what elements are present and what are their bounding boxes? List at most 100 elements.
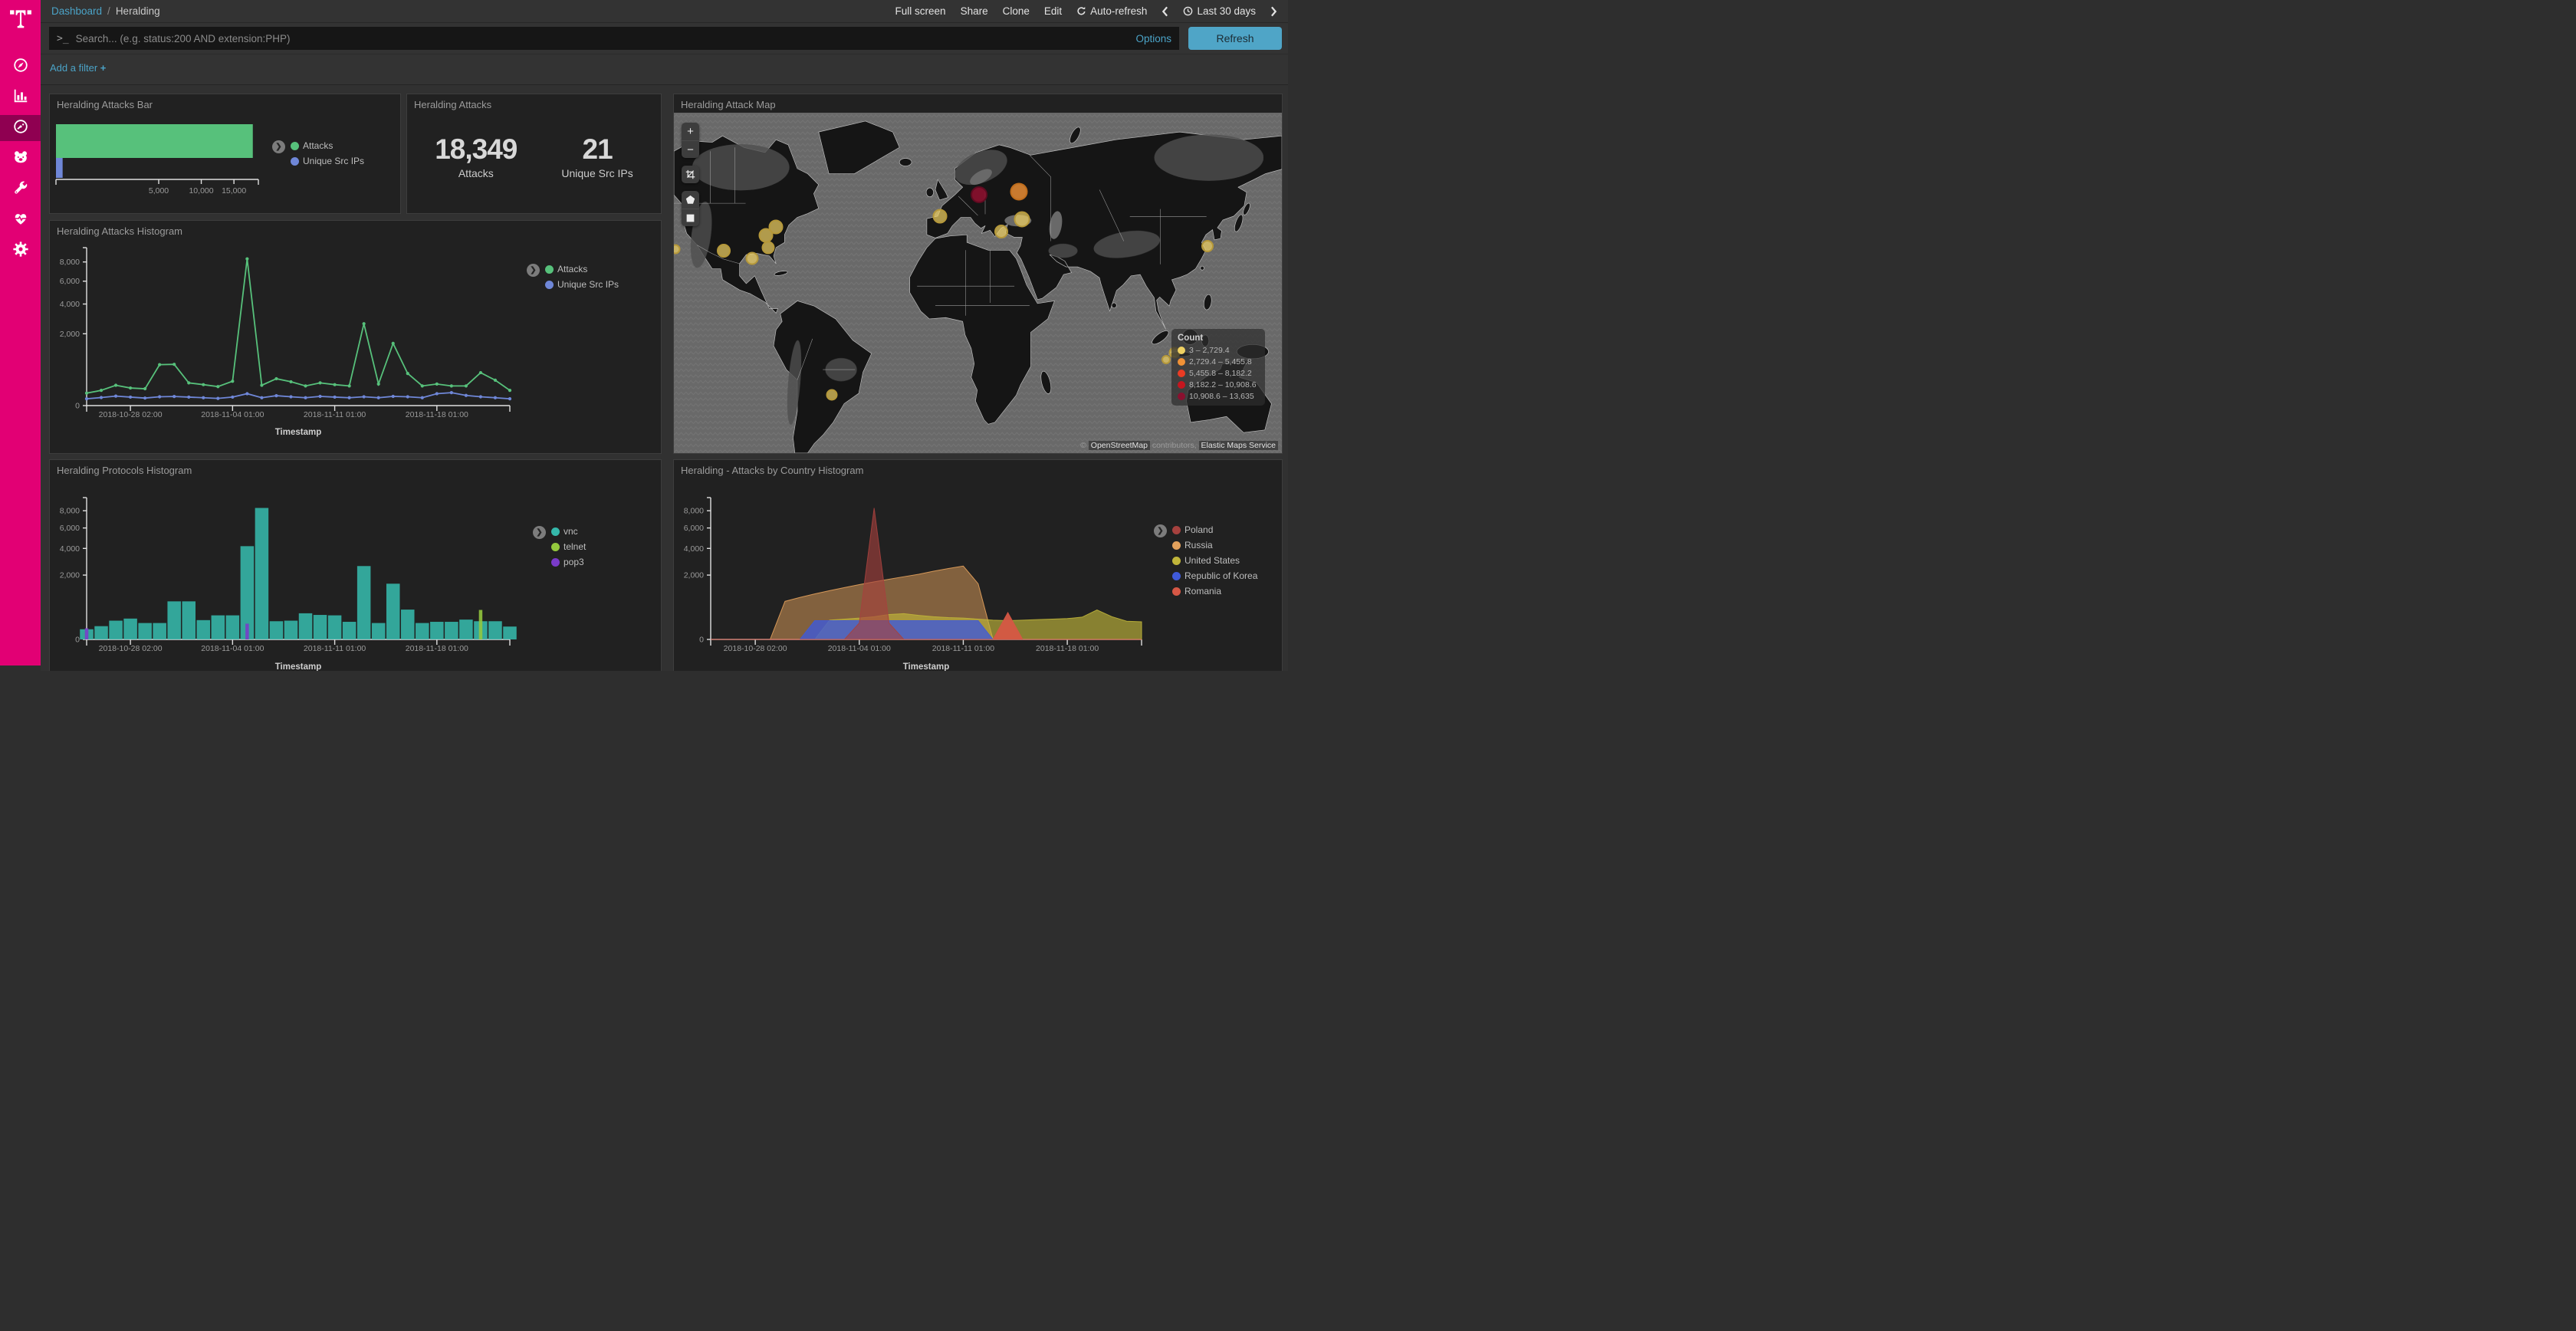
auto-refresh-button[interactable]: Auto-refresh bbox=[1076, 5, 1147, 17]
map-legend-dot bbox=[1178, 358, 1185, 366]
legend-item[interactable]: Unique Src IPs bbox=[545, 279, 619, 290]
attack-location-bubble bbox=[717, 244, 731, 258]
svg-text:6,000: 6,000 bbox=[60, 277, 80, 286]
map-legend-range: 5,455.8 – 8,182.2 bbox=[1189, 369, 1252, 378]
attack-location-bubble bbox=[1010, 183, 1027, 201]
telekom-t-icon bbox=[9, 6, 32, 29]
panel-attacks-metric: Heralding Attacks 18,349 Attacks 21 Uniq… bbox=[406, 94, 662, 214]
zoom-out-button[interactable]: − bbox=[682, 140, 699, 158]
chart-legend: ❯ vnc telnet pop3 bbox=[533, 526, 586, 567]
protocols-histogram-chart[interactable]: 02,0004,0006,0008,0002018-10-28 02:00201… bbox=[50, 478, 659, 671]
svg-text:6,000: 6,000 bbox=[684, 524, 704, 533]
kibana-heralding-dashboard: Dashboard / Heralding Full screen Share … bbox=[0, 0, 1288, 666]
svg-text:4,000: 4,000 bbox=[60, 300, 80, 309]
time-forward-button[interactable] bbox=[1270, 6, 1277, 17]
options-link[interactable]: Options bbox=[1135, 33, 1171, 44]
fullscreen-button[interactable]: Full screen bbox=[895, 5, 946, 17]
legend-item[interactable]: United States bbox=[1172, 555, 1257, 566]
map-legend-item: 2,729.4 – 5,455.8 bbox=[1178, 357, 1259, 366]
add-filter-link[interactable]: Add a filter + bbox=[50, 62, 106, 74]
legend-item[interactable]: vnc bbox=[551, 526, 586, 537]
attack-location-bubble bbox=[761, 241, 774, 254]
rectangle-draw-icon[interactable] bbox=[682, 209, 699, 226]
svg-text:2018-11-04 01:00: 2018-11-04 01:00 bbox=[201, 410, 264, 419]
legend-expand-icon[interactable]: ❯ bbox=[527, 264, 540, 277]
svg-text:Timestamp: Timestamp bbox=[275, 428, 322, 437]
legend-item[interactable]: Republic of Korea bbox=[1172, 570, 1257, 581]
draw-control-group bbox=[682, 191, 699, 226]
legend-item[interactable]: Romania bbox=[1172, 586, 1257, 596]
refresh-button[interactable]: Refresh bbox=[1188, 27, 1282, 50]
legend-expand-icon[interactable]: ❯ bbox=[1154, 524, 1167, 537]
map-legend-dot bbox=[1178, 393, 1185, 400]
sidebar-item-monitoring[interactable] bbox=[0, 207, 41, 233]
sidebar-item-dashboard[interactable] bbox=[0, 115, 41, 141]
legend-label: vnc bbox=[564, 526, 578, 537]
panel-title: Heralding Attacks Histogram bbox=[50, 221, 661, 238]
legend-item[interactable]: Poland bbox=[1172, 524, 1257, 535]
openstreetmap-link[interactable]: OpenStreetMap bbox=[1089, 441, 1150, 450]
heartbeat-icon bbox=[12, 210, 29, 231]
sidebar-item-discover[interactable] bbox=[0, 54, 41, 80]
svg-text:8,000: 8,000 bbox=[684, 507, 704, 516]
svg-text:5,000: 5,000 bbox=[149, 186, 169, 196]
sidebar-item-t-pot[interactable] bbox=[0, 146, 41, 172]
breadcrumb-dashboard-link[interactable]: Dashboard bbox=[51, 5, 102, 17]
map-legend-item: 10,908.6 – 13,635 bbox=[1178, 392, 1259, 401]
panel-title: Heralding Attacks bbox=[407, 94, 661, 112]
svg-text:2,000: 2,000 bbox=[684, 571, 704, 580]
chevron-left-icon bbox=[1162, 6, 1168, 17]
sidebar-item-dev-tools[interactable] bbox=[0, 176, 41, 202]
legend-item[interactable]: Russia bbox=[1172, 540, 1257, 550]
svg-text:2018-11-04 01:00: 2018-11-04 01:00 bbox=[828, 644, 891, 653]
telekom-logo[interactable] bbox=[0, 0, 41, 35]
sidebar-item-visualize[interactable] bbox=[0, 84, 41, 110]
legend-label: Attacks bbox=[557, 264, 587, 274]
legend-color-dot bbox=[1172, 587, 1181, 596]
legend-color-dot bbox=[551, 527, 560, 536]
wrench-icon bbox=[12, 179, 29, 200]
map-legend-item: 8,182.2 – 10,908.6 bbox=[1178, 380, 1259, 389]
search-input[interactable] bbox=[76, 33, 1130, 44]
legend-item[interactable]: Unique Src IPs bbox=[291, 156, 364, 166]
panel-attacks-histogram: Heralding Attacks Histogram 02,0004,0006… bbox=[49, 220, 662, 454]
panel-attack-map: Heralding Attack Map bbox=[673, 94, 1283, 454]
share-button[interactable]: Share bbox=[961, 5, 988, 17]
svg-text:2018-11-04 01:00: 2018-11-04 01:00 bbox=[201, 644, 264, 653]
time-back-button[interactable] bbox=[1162, 6, 1168, 17]
legend-label: United States bbox=[1184, 555, 1240, 566]
attack-location-bubble bbox=[1201, 240, 1214, 252]
panel-title: Heralding - Attacks by Country Histogram bbox=[674, 460, 1282, 478]
legend-label: Attacks bbox=[303, 140, 333, 151]
zoom-in-button[interactable]: + bbox=[682, 123, 699, 140]
legend-item[interactable]: pop3 bbox=[551, 557, 586, 567]
svg-text:2,000: 2,000 bbox=[60, 571, 80, 580]
legend-item[interactable]: Attacks bbox=[291, 140, 364, 151]
legend-item[interactable]: Attacks bbox=[545, 264, 619, 274]
map-legend-item: 3 – 2,729.4 bbox=[1178, 346, 1259, 355]
svg-text:0: 0 bbox=[75, 636, 80, 645]
elastic-maps-service-link[interactable]: Elastic Maps Service bbox=[1199, 441, 1278, 450]
legend-expand-icon[interactable]: ❯ bbox=[533, 526, 546, 539]
crop-icon[interactable] bbox=[682, 166, 699, 183]
panel-country-histogram: Heralding - Attacks by Country Histogram… bbox=[673, 459, 1283, 671]
legend-label: Romania bbox=[1184, 586, 1221, 596]
clone-button[interactable]: Clone bbox=[1003, 5, 1030, 17]
edit-button[interactable]: Edit bbox=[1044, 5, 1062, 17]
world-map[interactable]: + − bbox=[674, 113, 1282, 453]
sidebar-item-management[interactable] bbox=[0, 238, 41, 264]
legend-label: telnet bbox=[564, 541, 586, 552]
polygon-draw-icon[interactable] bbox=[682, 191, 699, 209]
search-bar-row: >_ Options Refresh bbox=[41, 23, 1288, 54]
dashboard-grid: Heralding Attacks Bar 5,00010,00015,000 … bbox=[41, 85, 1288, 671]
legend-title: Count bbox=[1178, 334, 1259, 343]
legend-color-dot bbox=[1172, 541, 1181, 550]
legend-expand-icon[interactable]: ❯ bbox=[272, 140, 285, 153]
panel-protocols-histogram: Heralding Protocols Histogram 02,0004,00… bbox=[49, 459, 662, 671]
svg-text:8,000: 8,000 bbox=[60, 507, 80, 516]
time-picker-button[interactable]: Last 30 days bbox=[1183, 5, 1256, 17]
legend-label: pop3 bbox=[564, 557, 584, 567]
refresh-icon bbox=[1076, 6, 1086, 16]
legend-item[interactable]: telnet bbox=[551, 541, 586, 552]
svg-text:Timestamp: Timestamp bbox=[275, 662, 322, 671]
